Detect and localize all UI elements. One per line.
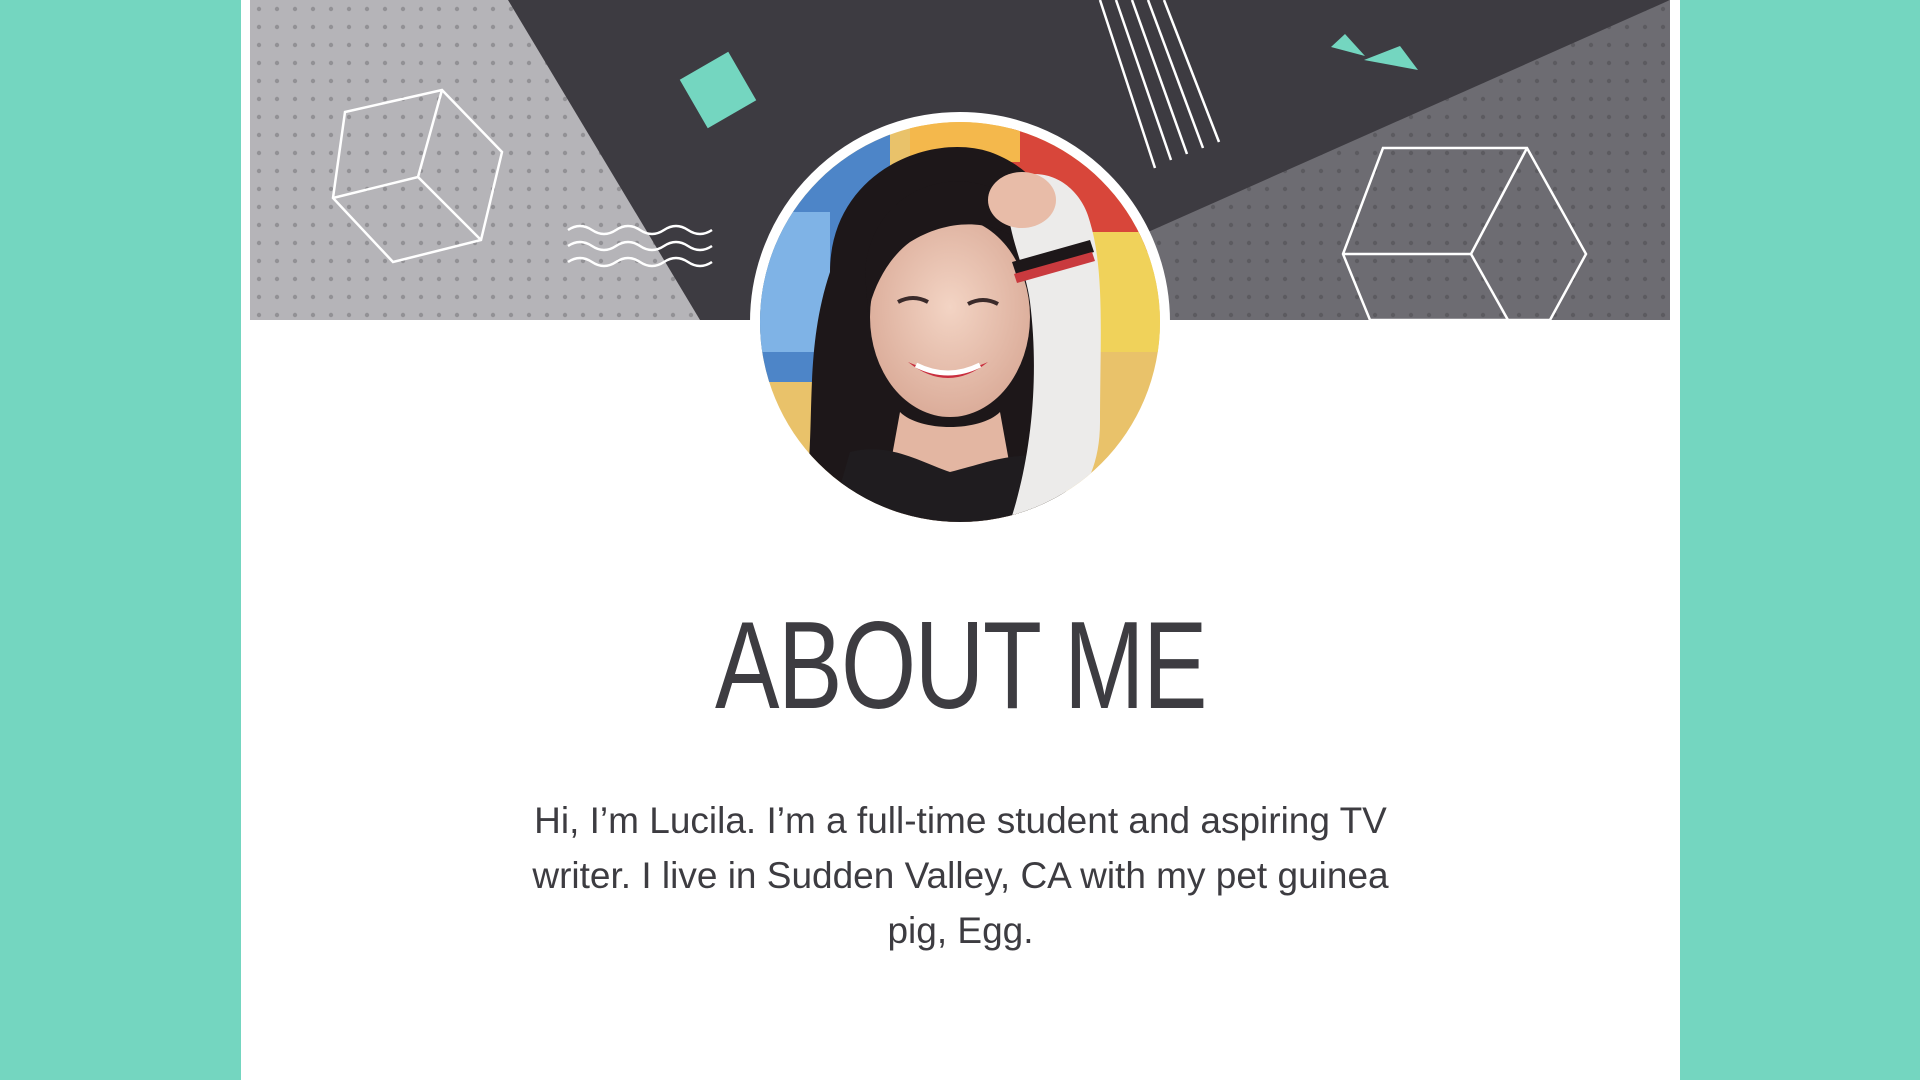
person-photo-icon	[760, 122, 1160, 522]
profile-photo	[750, 112, 1170, 532]
page-title: ABOUT ME	[715, 597, 1207, 735]
slide-page: ABOUT ME Hi, I’m Lucila. I’m a full-time…	[241, 0, 1680, 1080]
bio-text: Hi, I’m Lucila. I’m a full-time student …	[532, 800, 1389, 951]
